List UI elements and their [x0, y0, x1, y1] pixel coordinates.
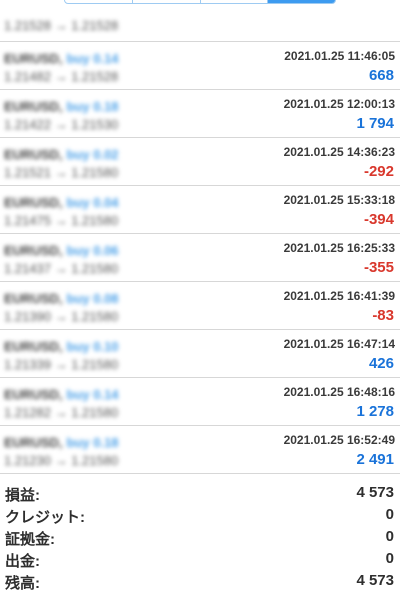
- deal-symbol: EURUSD, buy 0.04: [4, 195, 119, 210]
- deal-side: buy 0.02: [66, 147, 119, 162]
- deal-profit: 1 794: [356, 115, 394, 132]
- deal-side: buy 0.10: [66, 339, 119, 354]
- summary-label: 損益:: [5, 487, 40, 504]
- deal-datetime: 2021.01.25 11:46:05: [284, 49, 395, 63]
- deal-datetime: 2021.01.25 12:00:13: [283, 97, 395, 111]
- deal-side: buy 0.08: [66, 291, 119, 306]
- deal-profit: 426: [368, 355, 394, 372]
- deal-symbol: EURUSD, buy 0.18: [4, 99, 119, 114]
- deal-row[interactable]: EURUSD, buy 0.08 1.21390 → 1.21580 2021.0…: [0, 282, 400, 330]
- deal-datetime: 2021.01.25 16:52:49: [283, 433, 395, 447]
- deal-row[interactable]: EURUSD, buy 0.10 1.21339 → 1.21580 2021.0…: [0, 330, 400, 378]
- summary-value: 4 573: [356, 484, 394, 501]
- summary-row-balance: 残高: 4 573: [0, 570, 400, 592]
- deal-row[interactable]: EURUSD, buy 0.06 1.21437 → 1.21580 2021.0…: [0, 234, 400, 282]
- summary-value: 0: [385, 506, 394, 523]
- deal-prices: 1.21282 → 1.21580: [4, 405, 119, 420]
- deal-profit: -394: [363, 211, 394, 228]
- deal-prices: 1.21475 → 1.21580: [4, 213, 119, 228]
- deal-prices: 1.21521 → 1.21580: [4, 165, 119, 180]
- summary-row-profit: 損益: 4 573: [0, 482, 400, 504]
- summary-row-deposit: 証拠金: 0: [0, 526, 400, 548]
- summary-label: 残高:: [5, 575, 40, 592]
- deal-prices: 1.21339 → 1.21580: [4, 357, 119, 372]
- summary-row-credit: クレジット: 0: [0, 504, 400, 526]
- deal-datetime: 2021.01.25 16:47:14: [283, 337, 395, 351]
- deal-profit: 668: [368, 67, 394, 84]
- deal-profit: -292: [363, 163, 394, 180]
- deal-datetime: 2021.01.25 16:25:33: [283, 241, 395, 255]
- deal-row[interactable]: EURUSD, buy 0.04 1.21475 → 1.21580 2021.0…: [0, 186, 400, 234]
- deal-prices: 1.21482 → 1.21528: [4, 69, 119, 84]
- deal-prices: 1.21390 → 1.21580: [4, 309, 119, 324]
- summary-value: 0: [385, 528, 394, 545]
- deal-side: buy 0.14: [66, 51, 119, 66]
- summary-label: 証拠金:: [5, 531, 55, 548]
- deal-profit: -355: [363, 259, 394, 276]
- deal-profit: 2 491: [356, 451, 394, 468]
- deal-prices: 1.21422 → 1.21530: [4, 117, 119, 132]
- deal-row[interactable]: EURUSD, buy 0.14 1.21482 → 1.21528 2021.0…: [0, 42, 400, 90]
- deal-list: EURUSD, buy 0.14 1.21482 → 1.21528 2021.0…: [0, 42, 400, 474]
- deal-row-partial[interactable]: 1.21528 → 1.21528: [0, 0, 400, 42]
- deal-datetime: 2021.01.25 16:41:39: [283, 289, 395, 303]
- deal-side: buy 0.18: [66, 435, 119, 450]
- account-summary: 損益: 4 573 クレジット: 0 証拠金: 0 出金: 0 残高: 4 57…: [0, 482, 400, 592]
- deal-side: buy 0.06: [66, 243, 119, 258]
- deal-datetime: 2021.01.25 14:36:23: [283, 145, 395, 159]
- deal-side: buy 0.14: [66, 387, 119, 402]
- deal-symbol: EURUSD, buy 0.14: [4, 387, 119, 402]
- deal-row[interactable]: EURUSD, buy 0.18 1.21230 → 1.21580 2021.0…: [0, 426, 400, 474]
- deal-row[interactable]: EURUSD, buy 0.14 1.21282 → 1.21580 2021.0…: [0, 378, 400, 426]
- summary-value: 4 573: [356, 572, 394, 589]
- deal-symbol: EURUSD, buy 0.06: [4, 243, 119, 258]
- deal-side: buy 0.04: [66, 195, 119, 210]
- deal-symbol: EURUSD, buy 0.02: [4, 147, 119, 162]
- deal-row[interactable]: EURUSD, buy 0.18 1.21422 → 1.21530 2021.0…: [0, 90, 400, 138]
- deal-prices: 1.21528 → 1.21528: [4, 18, 119, 33]
- deal-datetime: 2021.01.25 16:48:16: [283, 385, 395, 399]
- summary-label: 出金:: [5, 553, 40, 570]
- deal-symbol: EURUSD, buy 0.18: [4, 435, 119, 450]
- deal-symbol: EURUSD, buy 0.10: [4, 339, 119, 354]
- deal-profit: 1 278: [356, 403, 394, 420]
- deal-prices: 1.21230 → 1.21580: [4, 453, 119, 468]
- deal-profit: -83: [372, 307, 394, 324]
- deal-prices: 1.21437 → 1.21580: [4, 261, 119, 276]
- deal-symbol: EURUSD, buy 0.14: [4, 51, 119, 66]
- deal-side: buy 0.18: [66, 99, 119, 114]
- summary-row-withdrawal: 出金: 0: [0, 548, 400, 570]
- deal-symbol: EURUSD, buy 0.08: [4, 291, 119, 306]
- deal-datetime: 2021.01.25 15:33:18: [283, 193, 395, 207]
- deal-row[interactable]: EURUSD, buy 0.02 1.21521 → 1.21580 2021.0…: [0, 138, 400, 186]
- summary-value: 0: [385, 550, 394, 567]
- summary-label: クレジット:: [5, 509, 85, 526]
